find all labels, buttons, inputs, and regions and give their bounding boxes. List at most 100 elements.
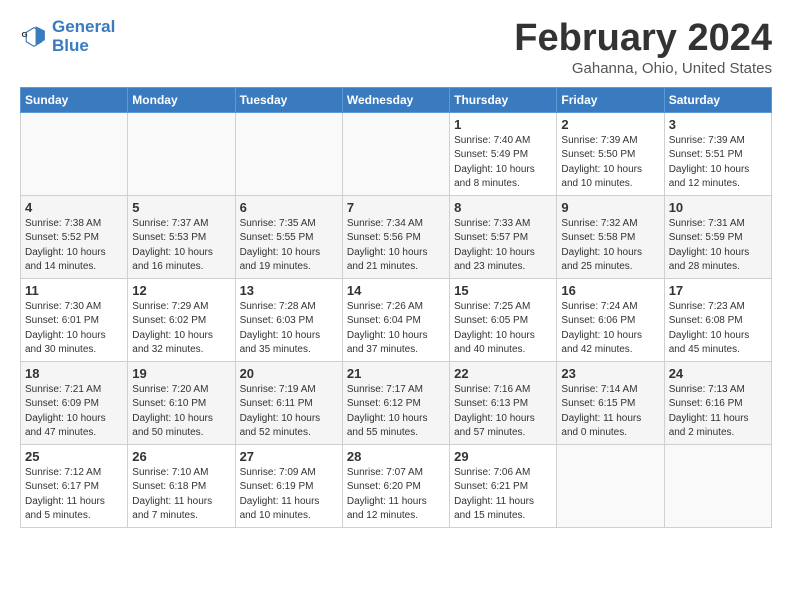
subtitle: Gahanna, Ohio, United States bbox=[514, 60, 772, 77]
header-day: Sunday bbox=[21, 87, 128, 112]
day-number: 1 bbox=[454, 117, 552, 132]
calendar-cell: 17 Sunrise: 7:23 AM Sunset: 6:08 PM Dayli… bbox=[664, 278, 771, 361]
logo-icon: G bbox=[20, 23, 48, 51]
calendar-cell: 6Sunrise: 7:35 AM Sunset: 5:55 PM Daylig… bbox=[235, 195, 342, 278]
calendar-cell bbox=[128, 112, 235, 195]
calendar-cell: 5 Sunrise: 7:37 AM Sunset: 5:53 PM Daylig… bbox=[128, 195, 235, 278]
calendar-cell: 2Sunrise: 7:39 AM Sunset: 5:50 PM Daylig… bbox=[557, 112, 664, 195]
calendar-cell: 7Sunrise: 7:34 AM Sunset: 5:56 PM Daylig… bbox=[342, 195, 449, 278]
day-info: Sunrise: 7:24 AM Sunset: 6:06 PM Dayligh… bbox=[561, 300, 659, 358]
calendar-cell: 4 Sunrise: 7:38 AM Sunset: 5:52 PM Daylig… bbox=[21, 195, 128, 278]
day-number: 17 bbox=[669, 283, 767, 298]
day-number: 11 bbox=[25, 283, 123, 298]
calendar-cell: 11 Sunrise: 7:30 AM Sunset: 6:01 PM Dayli… bbox=[21, 278, 128, 361]
calendar-cell bbox=[664, 444, 771, 527]
day-info: Sunrise: 7:17 AM Sunset: 6:12 PM Dayligh… bbox=[347, 383, 445, 441]
day-info: Sunrise: 7:40 AM Sunset: 5:49 PM Dayligh… bbox=[454, 134, 552, 192]
day-info: Sunrise: 7:33 AM Sunset: 5:57 PM Dayligh… bbox=[454, 217, 552, 275]
day-info: Sunrise: 7:30 AM Sunset: 6:01 PM Dayligh… bbox=[25, 300, 123, 358]
day-number: 2 bbox=[561, 117, 659, 132]
day-info: Sunrise: 7:20 AM Sunset: 6:10 PM Dayligh… bbox=[132, 383, 230, 441]
header-day: Monday bbox=[128, 87, 235, 112]
calendar-cell: 21 Sunrise: 7:17 AM Sunset: 6:12 PM Dayli… bbox=[342, 361, 449, 444]
day-number: 9 bbox=[561, 200, 659, 215]
day-number: 29 bbox=[454, 449, 552, 464]
day-info: Sunrise: 7:07 AM Sunset: 6:20 PM Dayligh… bbox=[347, 466, 445, 524]
day-number: 22 bbox=[454, 366, 552, 381]
day-number: 4 bbox=[25, 200, 123, 215]
calendar-cell: 27 Sunrise: 7:09 AM Sunset: 6:19 PM Dayli… bbox=[235, 444, 342, 527]
header-day: Wednesday bbox=[342, 87, 449, 112]
day-number: 14 bbox=[347, 283, 445, 298]
calendar-cell: 26Sunrise: 7:10 AM Sunset: 6:18 PM Dayli… bbox=[128, 444, 235, 527]
day-number: 20 bbox=[240, 366, 338, 381]
calendar-cell: 23Sunrise: 7:14 AM Sunset: 6:15 PM Dayli… bbox=[557, 361, 664, 444]
calendar-cell bbox=[342, 112, 449, 195]
day-number: 5 bbox=[132, 200, 230, 215]
day-number: 10 bbox=[669, 200, 767, 215]
calendar-cell: 19 Sunrise: 7:20 AM Sunset: 6:10 PM Dayli… bbox=[128, 361, 235, 444]
calendar-cell: 29 Sunrise: 7:06 AM Sunset: 6:21 PM Dayli… bbox=[450, 444, 557, 527]
day-number: 25 bbox=[25, 449, 123, 464]
calendar-cell bbox=[21, 112, 128, 195]
calendar-cell: 15Sunrise: 7:25 AM Sunset: 6:05 PM Dayli… bbox=[450, 278, 557, 361]
title-block: February 2024 Gahanna, Ohio, United Stat… bbox=[514, 18, 772, 77]
day-info: Sunrise: 7:31 AM Sunset: 5:59 PM Dayligh… bbox=[669, 217, 767, 275]
header-day: Tuesday bbox=[235, 87, 342, 112]
header-day: Saturday bbox=[664, 87, 771, 112]
page: G General Blue February 2024 Gahanna, Oh… bbox=[0, 0, 792, 538]
calendar-cell: 3 Sunrise: 7:39 AM Sunset: 5:51 PM Daylig… bbox=[664, 112, 771, 195]
day-number: 16 bbox=[561, 283, 659, 298]
logo-line1: General bbox=[52, 17, 115, 36]
calendar-week-row: 25 Sunrise: 7:12 AM Sunset: 6:17 PM Dayli… bbox=[21, 444, 772, 527]
calendar-cell bbox=[557, 444, 664, 527]
day-number: 13 bbox=[240, 283, 338, 298]
day-number: 27 bbox=[240, 449, 338, 464]
day-number: 7 bbox=[347, 200, 445, 215]
day-info: Sunrise: 7:39 AM Sunset: 5:51 PM Dayligh… bbox=[669, 134, 767, 192]
header: G General Blue February 2024 Gahanna, Oh… bbox=[20, 18, 772, 77]
day-info: Sunrise: 7:12 AM Sunset: 6:17 PM Dayligh… bbox=[25, 466, 123, 524]
day-info: Sunrise: 7:16 AM Sunset: 6:13 PM Dayligh… bbox=[454, 383, 552, 441]
day-info: Sunrise: 7:38 AM Sunset: 5:52 PM Dayligh… bbox=[25, 217, 123, 275]
day-info: Sunrise: 7:37 AM Sunset: 5:53 PM Dayligh… bbox=[132, 217, 230, 275]
calendar-cell: 12Sunrise: 7:29 AM Sunset: 6:02 PM Dayli… bbox=[128, 278, 235, 361]
logo-line2: Blue bbox=[52, 36, 89, 55]
calendar-cell: 9Sunrise: 7:32 AM Sunset: 5:58 PM Daylig… bbox=[557, 195, 664, 278]
day-number: 28 bbox=[347, 449, 445, 464]
calendar-cell bbox=[235, 112, 342, 195]
day-number: 3 bbox=[669, 117, 767, 132]
day-info: Sunrise: 7:09 AM Sunset: 6:19 PM Dayligh… bbox=[240, 466, 338, 524]
day-number: 8 bbox=[454, 200, 552, 215]
day-info: Sunrise: 7:23 AM Sunset: 6:08 PM Dayligh… bbox=[669, 300, 767, 358]
calendar-cell: 16 Sunrise: 7:24 AM Sunset: 6:06 PM Dayli… bbox=[557, 278, 664, 361]
day-info: Sunrise: 7:06 AM Sunset: 6:21 PM Dayligh… bbox=[454, 466, 552, 524]
day-info: Sunrise: 7:19 AM Sunset: 6:11 PM Dayligh… bbox=[240, 383, 338, 441]
day-info: Sunrise: 7:29 AM Sunset: 6:02 PM Dayligh… bbox=[132, 300, 230, 358]
day-number: 21 bbox=[347, 366, 445, 381]
day-number: 24 bbox=[669, 366, 767, 381]
logo-text: General Blue bbox=[52, 18, 115, 55]
main-title: February 2024 bbox=[514, 18, 772, 60]
calendar-cell: 8 Sunrise: 7:33 AM Sunset: 5:57 PM Daylig… bbox=[450, 195, 557, 278]
calendar-cell: 22 Sunrise: 7:16 AM Sunset: 6:13 PM Dayli… bbox=[450, 361, 557, 444]
header-row: SundayMondayTuesdayWednesdayThursdayFrid… bbox=[21, 87, 772, 112]
calendar-cell: 28 Sunrise: 7:07 AM Sunset: 6:20 PM Dayli… bbox=[342, 444, 449, 527]
calendar-cell: 10 Sunrise: 7:31 AM Sunset: 5:59 PM Dayli… bbox=[664, 195, 771, 278]
calendar-week-row: 18 Sunrise: 7:21 AM Sunset: 6:09 PM Dayli… bbox=[21, 361, 772, 444]
calendar-week-row: 1 Sunrise: 7:40 AM Sunset: 5:49 PM Daylig… bbox=[21, 112, 772, 195]
day-number: 26 bbox=[132, 449, 230, 464]
day-number: 19 bbox=[132, 366, 230, 381]
calendar-cell: 24 Sunrise: 7:13 AM Sunset: 6:16 PM Dayli… bbox=[664, 361, 771, 444]
day-info: Sunrise: 7:21 AM Sunset: 6:09 PM Dayligh… bbox=[25, 383, 123, 441]
day-number: 18 bbox=[25, 366, 123, 381]
day-info: Sunrise: 7:25 AM Sunset: 6:05 PM Dayligh… bbox=[454, 300, 552, 358]
calendar-week-row: 4 Sunrise: 7:38 AM Sunset: 5:52 PM Daylig… bbox=[21, 195, 772, 278]
day-number: 23 bbox=[561, 366, 659, 381]
calendar-cell: 18 Sunrise: 7:21 AM Sunset: 6:09 PM Dayli… bbox=[21, 361, 128, 444]
day-info: Sunrise: 7:26 AM Sunset: 6:04 PM Dayligh… bbox=[347, 300, 445, 358]
day-info: Sunrise: 7:13 AM Sunset: 6:16 PM Dayligh… bbox=[669, 383, 767, 441]
day-number: 6 bbox=[240, 200, 338, 215]
calendar-cell: 14 Sunrise: 7:26 AM Sunset: 6:04 PM Dayli… bbox=[342, 278, 449, 361]
logo: G General Blue bbox=[20, 18, 115, 55]
